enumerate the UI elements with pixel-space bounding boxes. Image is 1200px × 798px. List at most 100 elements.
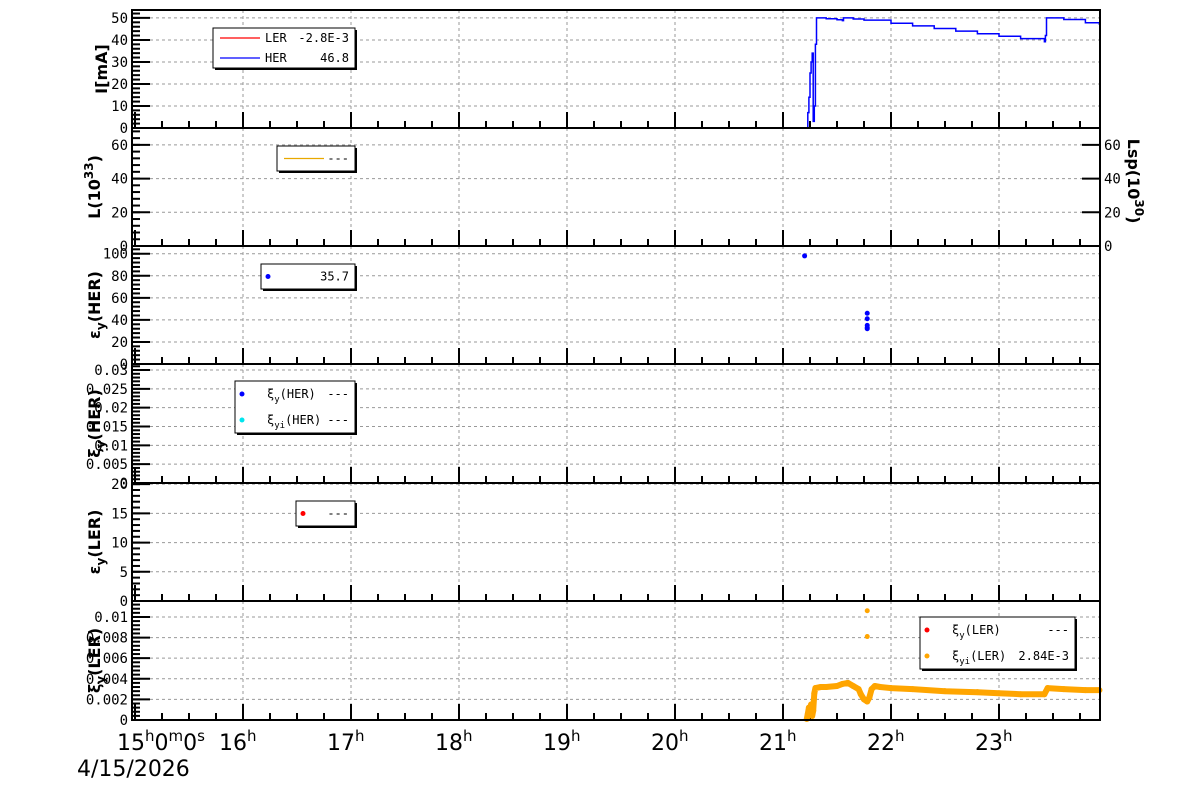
panel-luminosity: 0 020 2040 4060 60L(1033) Lsp(1030)--- — [82, 127, 1146, 255]
data-point — [839, 680, 846, 687]
right-y-axis-label-rest: ) — [1124, 216, 1143, 223]
legend-label-rest: (HER) — [280, 387, 316, 401]
legend-label-main: LER — [265, 31, 287, 45]
x-tick-unit: h — [571, 727, 581, 745]
x-tick-unit: h — [145, 727, 155, 745]
data-point — [850, 683, 857, 689]
y-axis-label: I[mA] — [92, 44, 111, 94]
data-point — [1041, 691, 1048, 698]
legend: 35.7 — [260, 263, 357, 291]
data-point — [888, 685, 894, 692]
y-axis-label-main: I[mA] — [92, 44, 111, 94]
data-point — [855, 686, 862, 693]
legend-dot-marker — [265, 274, 271, 279]
data-point — [810, 707, 817, 714]
y-tick-label: 20 — [111, 477, 128, 493]
right-y-tick-label: 20 — [1104, 205, 1121, 221]
legend-dot-marker — [239, 417, 245, 423]
x-tick-label: 15h0m0s — [117, 727, 205, 756]
y-tick-label: 40 — [111, 172, 128, 188]
y-axis-label-main: ξ — [85, 684, 104, 693]
x-tick-hour: 23 — [975, 731, 1003, 756]
y-tick-label: 50 — [111, 11, 128, 27]
series-band — [803, 679, 1100, 720]
legend: --- — [295, 500, 357, 528]
y-tick-label: 20 — [111, 335, 128, 351]
y-axis-label-sub: y — [94, 440, 108, 448]
y-tick-label: 0 — [120, 713, 128, 729]
right-y-axis-label-sup: 30 — [1132, 199, 1146, 216]
y-tick-label: 100 — [103, 247, 128, 263]
legend-value: 35.7 — [320, 270, 349, 284]
date-label: 4/15/2026 — [77, 757, 190, 782]
legend-value: 46.8 — [320, 51, 349, 65]
x-tick-unit: h — [355, 727, 365, 745]
data-point — [909, 686, 916, 693]
y-tick-label: 10 — [111, 99, 128, 115]
data-point — [871, 683, 878, 689]
panel-frame — [131, 482, 1101, 602]
x-tick-unit: m — [169, 727, 184, 745]
x-tick-second: 0 — [183, 731, 197, 756]
x-tick-label: 18h — [435, 727, 473, 756]
legend-label-sub: yi — [959, 657, 970, 667]
multi-panel-chart: 0 10 20 30 40 50 I[mA] LER -2.8E-3 HER 46.8 0 0 20 20 4… — [77, 9, 1146, 782]
x-tick-label: 22h — [867, 727, 905, 756]
x-tick-hour: 16 — [219, 731, 247, 756]
x-tick-label: 20h — [651, 727, 689, 756]
legend: --- — [276, 145, 357, 173]
y-axis-label: L(1033) — [82, 155, 104, 219]
x-tick-label: 17h — [327, 727, 365, 756]
legend-value: --- — [327, 507, 349, 521]
right-y-tick-label: 60 — [1104, 138, 1121, 154]
data-point — [877, 684, 884, 691]
legend-dot-marker — [300, 511, 306, 516]
data-point — [866, 694, 873, 701]
right-y-axis-label: Lsp(1030) — [1124, 139, 1146, 224]
x-tick-label: 21h — [759, 727, 797, 756]
data-point — [823, 684, 830, 691]
y-axis-label-sup: 33 — [82, 162, 96, 179]
y-axis-label-main: ε — [85, 566, 104, 575]
y-tick-label: 60 — [111, 291, 128, 307]
panel-beambeam-her: 00.0050.010.0150.020.0250.03ξy(HER) ξy(HE… — [85, 363, 1101, 492]
x-tick-hour: 22 — [867, 731, 895, 756]
legend-dot-marker — [924, 653, 930, 659]
y-tick-label: 40 — [111, 33, 128, 49]
legend-label-main: HER — [265, 51, 287, 65]
x-tick-unit: h — [247, 727, 257, 745]
data-point — [808, 701, 815, 708]
y-axis-label: εy(HER) — [85, 271, 108, 339]
legend: LER -2.8E-3 HER 46.8 — [212, 27, 357, 70]
data-point — [974, 689, 981, 696]
y-tick-label: 0.03 — [94, 363, 128, 379]
y-axis-label-sub: y — [94, 558, 108, 566]
y-tick-label: 0 — [120, 121, 128, 137]
legend-value: 2.84E-3 — [1018, 649, 1069, 663]
right-y-axis-label-main: Lsp(10 — [1124, 139, 1143, 200]
x-axis: 15h0m0s 16h 17h 18h 19h 20h 21h 22h 23h4/15/2026 — [77, 727, 1013, 782]
y-tick-label: 0.01 — [94, 610, 128, 626]
x-tick-hour: 19 — [543, 731, 571, 756]
legend-dot-marker — [239, 391, 245, 397]
legend-label-main: ξ — [952, 623, 959, 637]
legend-label-main: ξ — [267, 387, 274, 401]
right-y-tick-label: 0 — [1104, 239, 1112, 255]
x-tick-unit: h — [463, 727, 473, 745]
legend-value: -2.8E-3 — [298, 31, 349, 45]
y-axis-label-main: ε — [85, 330, 104, 339]
x-tick-hour: 17 — [327, 731, 355, 756]
data-point — [811, 690, 818, 697]
x-tick-label: 16h — [219, 727, 257, 756]
legend-dot-marker — [924, 627, 930, 633]
y-tick-label: 10 — [111, 536, 128, 552]
x-tick-hour: 15 — [117, 731, 145, 756]
data-point — [942, 688, 948, 695]
data-point — [1017, 691, 1024, 698]
legend-label: HER — [265, 51, 287, 65]
data-point — [844, 679, 851, 686]
legend-label: LER — [265, 31, 287, 45]
x-tick-unit: h — [895, 727, 905, 745]
y-tick-label: 0.005 — [86, 457, 128, 473]
panel-current: 0 10 20 30 40 50 I[mA] LER -2.8E-3 HER 46.8 — [92, 9, 1101, 137]
